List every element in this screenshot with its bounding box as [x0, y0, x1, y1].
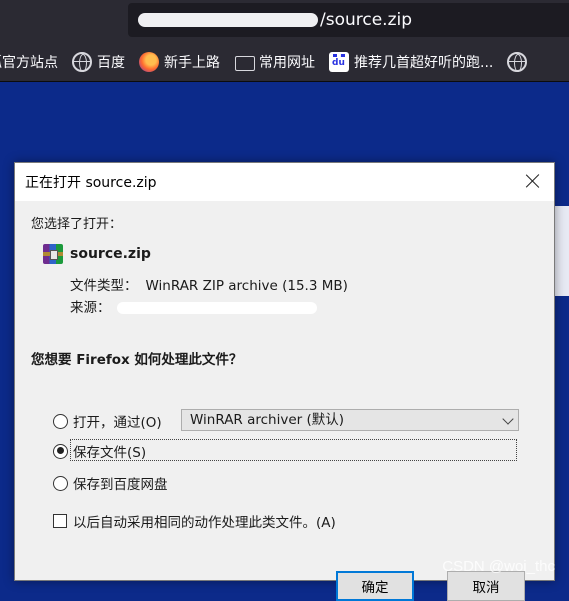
url-bar[interactable]: /source.zip: [128, 3, 569, 37]
bookmark-label: 推荐几首超好听的跑...: [354, 54, 494, 71]
file-name: source.zip: [70, 246, 151, 262]
firefox-icon: [139, 51, 159, 72]
dialog-title: 正在打开 source.zip: [25, 175, 157, 191]
save-to-baidu-radio[interactable]: [53, 475, 68, 491]
open-with-app-select[interactable]: WinRAR archiver (默认): [181, 409, 519, 431]
source-redaction: [116, 302, 317, 314]
save-file-option[interactable]: 保存文件(S): [53, 441, 146, 461]
auto-action-checkbox[interactable]: [53, 514, 67, 528]
auto-action-label: 以后自动采用相同的动作处理此类文件。(A): [73, 515, 336, 531]
csdn-watermark: CSDN @woi_thc: [442, 558, 555, 575]
browser-toolbar: /source.zip: [0, 0, 569, 42]
globe-icon: [507, 51, 528, 72]
file-type-label: 文件类型：: [70, 278, 138, 294]
save-to-baidu-option[interactable]: 保存到百度网盘: [53, 473, 168, 493]
action-question: 您想要 Firefox 如何处理此文件？: [31, 352, 243, 368]
folder-icon: [234, 52, 255, 72]
baidu-paw-icon: [329, 51, 349, 72]
save-to-baidu-label: 保存到百度网盘: [73, 477, 168, 493]
dialog-titlebar: 正在打开 source.zip: [15, 163, 554, 201]
dialog-body: 您选择了打开： source.zip 文件类型： WinRAR ZIP archi…: [15, 201, 554, 601]
bookmark-item-3[interactable]: 常用网址: [234, 52, 315, 72]
cancel-button[interactable]: 取消: [447, 571, 525, 601]
open-with-radio[interactable]: [53, 413, 68, 429]
bookmark-label: 新手上路: [164, 54, 220, 71]
open-with-app-value: WinRAR archiver (默认): [190, 412, 345, 428]
bookmark-label: 狐官方站点: [0, 54, 58, 71]
file-source-label: 来源：: [70, 300, 111, 316]
bookmark-item-0[interactable]: 狐官方站点: [0, 52, 58, 72]
open-with-label: 打开，通过(O): [73, 415, 162, 431]
auto-action-option[interactable]: 以后自动采用相同的动作处理此类文件。(A): [53, 511, 336, 531]
bookmark-label: 百度: [97, 54, 125, 71]
close-icon[interactable]: [524, 172, 542, 190]
file-type-row: 文件类型： WinRAR ZIP archive (15.3 MB): [70, 274, 348, 294]
chosen-label: 您选择了打开：: [31, 217, 123, 232]
url-redaction: [138, 13, 318, 27]
save-file-label: 保存文件(S): [73, 445, 147, 461]
winrar-archive-icon: [43, 244, 63, 264]
bookmark-item-2[interactable]: 新手上路: [139, 51, 220, 72]
save-file-radio[interactable]: [53, 443, 68, 459]
bookmark-label: 常用网址: [259, 54, 315, 71]
download-dialog: 正在打开 source.zip 您选择了打开： source.zip 文件类型：…: [14, 162, 555, 601]
ok-button[interactable]: 确定: [336, 571, 414, 601]
bookmark-item-5[interactable]: [507, 51, 532, 72]
bookmark-item-1[interactable]: 百度: [72, 51, 125, 72]
file-source-row: 来源：: [70, 296, 317, 316]
file-row: source.zip: [43, 244, 151, 264]
open-with-option[interactable]: 打开，通过(O): [53, 411, 162, 431]
bookmark-item-4[interactable]: 推荐几首超好听的跑...: [329, 51, 494, 72]
globe-icon: [72, 51, 92, 72]
chevron-down-icon: [502, 413, 514, 425]
bookmarks-bar: 狐官方站点 百度 新手上路 常用网址 推荐几首超好听的跑...: [0, 42, 569, 82]
url-text: /source.zip: [320, 10, 413, 30]
file-type-value: WinRAR ZIP archive (15.3 MB): [145, 278, 348, 294]
